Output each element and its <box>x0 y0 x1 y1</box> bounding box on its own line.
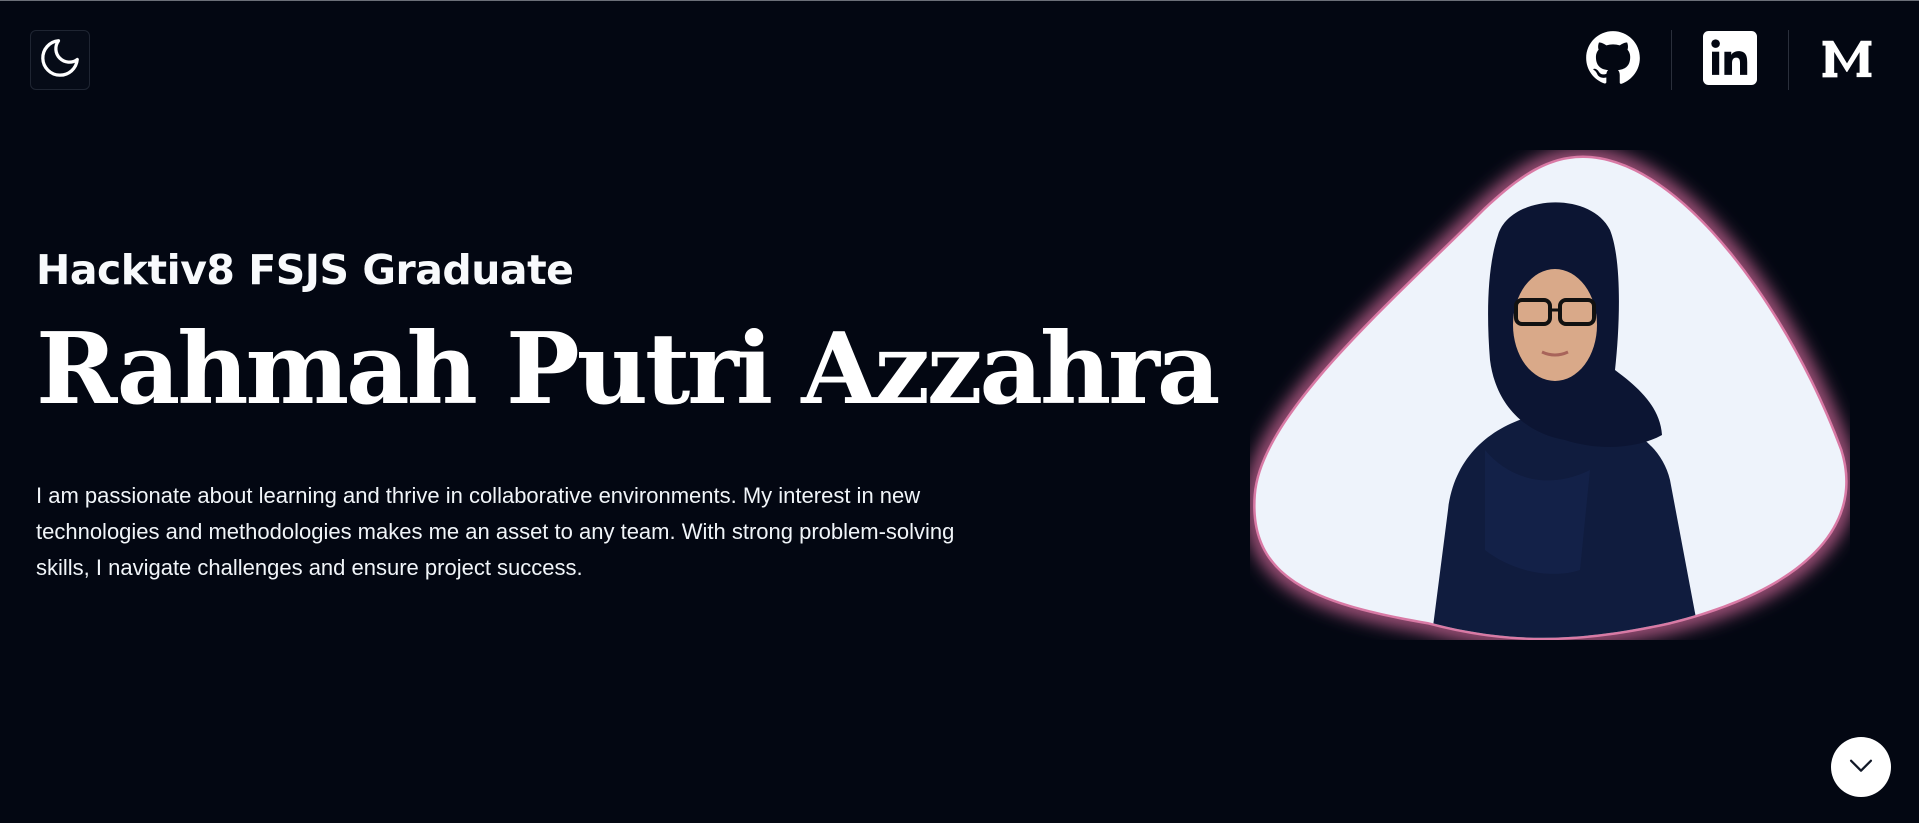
social-divider <box>1788 30 1789 90</box>
medium-link[interactable] <box>1817 30 1877 90</box>
social-divider <box>1671 30 1672 90</box>
github-link[interactable] <box>1583 30 1643 90</box>
medium-icon <box>1819 30 1875 91</box>
social-links <box>1583 30 1877 90</box>
scroll-down-button[interactable] <box>1831 737 1891 797</box>
hero-bio: I am passionate about learning and thriv… <box>36 483 955 580</box>
hero-text: Hacktiv8 FSJS Graduate Rahmah Putri Azza… <box>36 250 1236 419</box>
profile-photo <box>1246 148 1854 647</box>
top-border <box>0 0 1919 1</box>
moon-icon <box>37 35 83 86</box>
hero-name: Rahmah Putri Azzahra <box>36 312 1220 427</box>
linkedin-link[interactable] <box>1700 30 1760 90</box>
github-icon <box>1585 30 1641 91</box>
linkedin-icon <box>1703 30 1757 90</box>
theme-toggle-button[interactable] <box>30 30 90 90</box>
chevron-down-icon <box>1844 748 1878 787</box>
hero-subtitle: Hacktiv8 FSJS Graduate <box>36 246 574 294</box>
